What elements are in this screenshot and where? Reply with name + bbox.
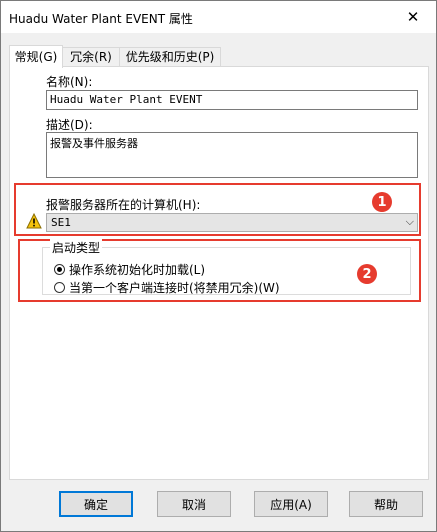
window-title: Huadu Water Plant EVENT 属性 <box>9 12 193 26</box>
description-field[interactable]: 报警及事件服务器 <box>46 132 418 178</box>
chevron-down-icon: ⌵ <box>405 215 414 228</box>
title-bar: Huadu Water Plant EVENT 属性 ✕ <box>1 1 436 33</box>
name-field[interactable]: Huadu Water Plant EVENT <box>46 90 418 110</box>
close-button[interactable]: ✕ <box>390 1 436 33</box>
tab-general[interactable]: 常规(G) <box>9 45 63 68</box>
description-value: 报警及事件服务器 <box>50 137 138 150</box>
computer-dropdown[interactable]: SE1 ⌵ <box>46 213 418 232</box>
description-label: 描述(D): <box>46 118 93 132</box>
apply-button[interactable]: 应用(A) <box>254 491 328 517</box>
close-icon: ✕ <box>406 8 420 26</box>
computer-value: SE1 <box>51 216 71 229</box>
help-button[interactable]: 帮助 <box>349 491 423 517</box>
name-value: Huadu Water Plant EVENT <box>50 93 203 106</box>
startup-type-title: 启动类型 <box>50 239 103 256</box>
tab-priority-history[interactable]: 优先级和历史(P) <box>119 47 221 67</box>
startup-option-first-client-label: 当第一个客户端连接时(将禁用冗余)(W) <box>69 281 280 295</box>
startup-option-os-init[interactable]: 操作系统初始化时加载(L) <box>54 261 205 278</box>
general-tab-panel: 名称(N): Huadu Water Plant EVENT 描述(D): 报警… <box>9 66 429 480</box>
radio-unchecked-icon <box>54 282 65 293</box>
startup-option-os-init-label: 操作系统初始化时加载(L) <box>69 263 206 277</box>
properties-dialog: Huadu Water Plant EVENT 属性 ✕ 常规(G) 冗余(R)… <box>0 0 437 532</box>
tab-redundancy[interactable]: 冗余(R) <box>62 47 120 67</box>
name-label: 名称(N): <box>46 75 93 89</box>
ok-button[interactable]: 确定 <box>59 491 133 517</box>
cancel-button[interactable]: 取消 <box>157 491 231 517</box>
radio-checked-icon <box>54 264 65 275</box>
annotation-badge-1: 1 <box>372 192 392 212</box>
startup-option-first-client[interactable]: 当第一个客户端连接时(将禁用冗余)(W) <box>54 279 280 296</box>
computer-label: 报警服务器所在的计算机(H): <box>46 198 201 212</box>
warning-icon <box>26 213 42 229</box>
